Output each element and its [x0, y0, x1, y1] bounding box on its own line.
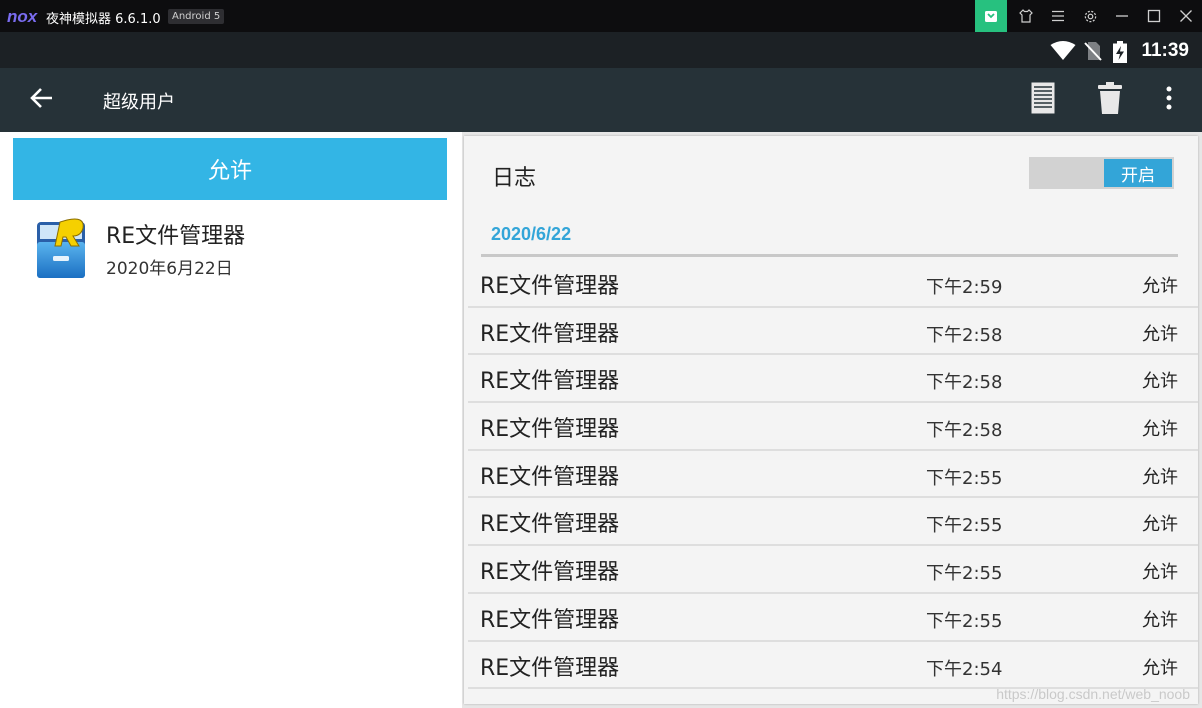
log-action: 允许	[1142, 466, 1178, 488]
close-button[interactable]	[1170, 0, 1202, 32]
log-title: 日志	[492, 166, 537, 191]
back-button[interactable]	[22, 80, 62, 120]
log-app-name: RE文件管理器	[480, 655, 620, 681]
log-row[interactable]: RE文件管理器 下午2:55 允许	[468, 498, 1198, 547]
log-time: 下午2:55	[926, 610, 1003, 632]
log-app-name: RE文件管理器	[480, 607, 620, 633]
tab-allow[interactable]: 允许	[13, 138, 447, 200]
overflow-menu-icon	[1166, 86, 1172, 114]
log-app-name: RE文件管理器	[480, 321, 620, 347]
log-time: 下午2:55	[926, 515, 1003, 537]
log-date-header: 2020/6/22	[491, 224, 572, 244]
app-list-item[interactable]: RE文件管理器 2020年6月22日	[13, 208, 447, 284]
gear-icon	[1083, 9, 1098, 24]
log-app-name: RE文件管理器	[480, 464, 620, 490]
delete-button[interactable]	[1090, 80, 1130, 120]
log-toggle[interactable]: 开启	[1029, 157, 1174, 189]
log-app-name: RE文件管理器	[480, 560, 620, 586]
log-action: 允许	[1142, 562, 1178, 584]
log-time: 下午2:59	[926, 277, 1003, 298]
log-row[interactable]: RE文件管理器 下午2:55 允许	[468, 451, 1198, 499]
log-action: 允许	[1142, 514, 1178, 536]
maximize-icon	[1147, 9, 1161, 23]
log-app-name: RE文件管理器	[480, 512, 620, 538]
app-bar: 超级用户	[0, 68, 1202, 132]
date-divider	[481, 254, 1178, 257]
nox-logo: nox	[7, 7, 38, 26]
log-pane: 日志 开启 2020/6/22 RE文件管理器 下午2:59 允许 RE文件管理…	[464, 136, 1198, 704]
log-row[interactable]: RE文件管理器 下午2:55 允许	[468, 594, 1198, 642]
android-version-badge: Android 5	[168, 9, 225, 24]
overflow-menu-button[interactable]	[1149, 80, 1189, 120]
log-action: 允许	[1142, 323, 1178, 345]
log-action: 允许	[1142, 371, 1178, 393]
log-app-name: RE文件管理器	[480, 369, 620, 395]
log-toggle-label: 开启	[1104, 159, 1172, 187]
trash-icon	[1098, 82, 1122, 118]
emulator-title-bar: nox 夜神模拟器 6.6.1.0 Android 5	[0, 0, 1202, 32]
log-list-button[interactable]	[1023, 80, 1063, 120]
log-time: 下午2:58	[926, 372, 1003, 394]
shirt-icon	[1018, 8, 1034, 24]
app-date: 2020年6月22日	[106, 259, 233, 279]
skin-button[interactable]	[1010, 0, 1042, 32]
emulator-title: 夜神模拟器 6.6.1.0	[46, 12, 161, 27]
watermark: https://blog.csdn.net/web_noob	[996, 686, 1190, 702]
no-sim-icon	[1084, 41, 1102, 65]
log-row[interactable]: RE文件管理器 下午2:54 允许	[468, 642, 1198, 690]
log-action: 允许	[1142, 609, 1178, 631]
wifi-icon	[1050, 41, 1076, 65]
log-row[interactable]: RE文件管理器 下午2:58 允许	[468, 355, 1198, 404]
app-list-pane: 允许 RE文件管理器 2020年6月22日	[0, 132, 462, 708]
close-icon	[1179, 9, 1193, 23]
status-time: 11:39	[1141, 40, 1189, 61]
menu-button[interactable]	[1042, 0, 1074, 32]
log-action: 允许	[1142, 419, 1178, 441]
log-action: 允许	[1142, 657, 1178, 679]
minimize-icon	[1115, 9, 1129, 23]
log-time: 下午2:58	[926, 324, 1003, 346]
minimize-button[interactable]	[1106, 0, 1138, 32]
battery-charging-icon	[1113, 41, 1127, 67]
log-time: 下午2:58	[926, 420, 1003, 442]
log-list-icon	[1031, 82, 1055, 118]
content-area: 允许 RE文件管理器 2020年6月22日 日志 开启 2020/6/22 RE…	[0, 132, 1202, 708]
app-store-button[interactable]	[975, 0, 1007, 32]
log-row[interactable]: RE文件管理器 下午2:55 允许	[468, 546, 1198, 594]
app-store-icon	[983, 8, 999, 24]
re-file-manager-icon	[33, 216, 89, 282]
log-list: RE文件管理器 下午2:59 允许 RE文件管理器 下午2:58 允许 RE文件…	[468, 260, 1198, 690]
android-status-bar: 11:39	[0, 32, 1202, 68]
page-title: 超级用户	[103, 92, 175, 113]
maximize-button[interactable]	[1138, 0, 1170, 32]
log-row[interactable]: RE文件管理器 下午2:59 允许	[468, 260, 1198, 308]
log-app-name: RE文件管理器	[480, 274, 620, 299]
log-action: 允许	[1142, 276, 1178, 297]
log-time: 下午2:55	[926, 563, 1003, 585]
log-app-name: RE文件管理器	[480, 417, 620, 443]
settings-button[interactable]	[1074, 0, 1106, 32]
log-time: 下午2:55	[926, 467, 1003, 489]
menu-icon	[1051, 10, 1065, 22]
log-time: 下午2:54	[926, 658, 1003, 680]
app-name: RE文件管理器	[106, 224, 246, 249]
log-row[interactable]: RE文件管理器 下午2:58 允许	[468, 308, 1198, 356]
arrow-back-icon	[30, 87, 54, 113]
log-row[interactable]: RE文件管理器 下午2:58 允许	[468, 403, 1198, 451]
